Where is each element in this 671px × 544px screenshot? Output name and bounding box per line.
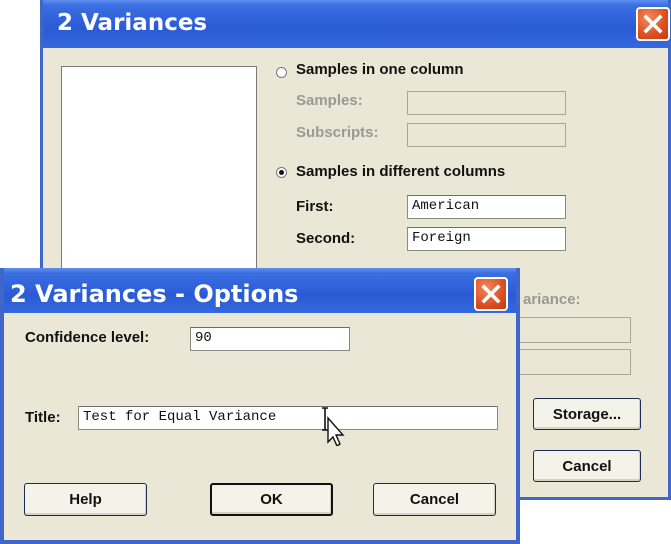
title-input[interactable]: Test for Equal Variance [78,406,498,430]
close-icon [481,284,501,304]
main-cancel-button[interactable]: Cancel [533,450,641,482]
options-cancel-button[interactable]: Cancel [373,483,496,516]
two-variances-title: 2 Variances [57,10,208,36]
options-dialog: 2 Variances - Options Confidence level: … [0,268,520,544]
options-close-button[interactable] [474,277,508,311]
one-column-radio[interactable] [276,67,287,78]
ok-button[interactable]: OK [210,483,333,516]
subscripts-label: Subscripts: [296,124,379,141]
help-button[interactable]: Help [24,483,147,516]
variance-input-1[interactable] [513,317,631,343]
variance-input-2[interactable] [513,349,631,375]
second-input[interactable]: Foreign [407,227,566,251]
first-input[interactable]: American [407,195,566,219]
confidence-level-input[interactable]: 90 [190,327,350,351]
one-column-label: Samples in one column [296,61,464,78]
close-icon [643,14,663,34]
storage-button[interactable]: Storage... [533,398,641,430]
confidence-level-label: Confidence level: [25,329,150,346]
second-label: Second: [296,230,356,247]
samples-input[interactable] [407,91,566,115]
samples-label: Samples: [296,92,363,109]
text-cursor-arrow-icon [322,407,345,446]
two-variances-close-button[interactable] [636,7,670,41]
different-columns-radio[interactable] [276,167,287,178]
options-title: 2 Variances - Options [10,280,299,308]
first-label: First: [296,198,334,215]
variance-label: ariance: [523,291,581,308]
two-variances-titlebar[interactable]: 2 Variances [43,0,668,48]
options-titlebar[interactable]: 2 Variances - Options [4,268,516,313]
different-columns-label: Samples in different columns [296,163,506,180]
subscripts-input[interactable] [407,123,566,147]
title-label: Title: [25,409,61,426]
variable-list-box[interactable] [61,66,257,286]
